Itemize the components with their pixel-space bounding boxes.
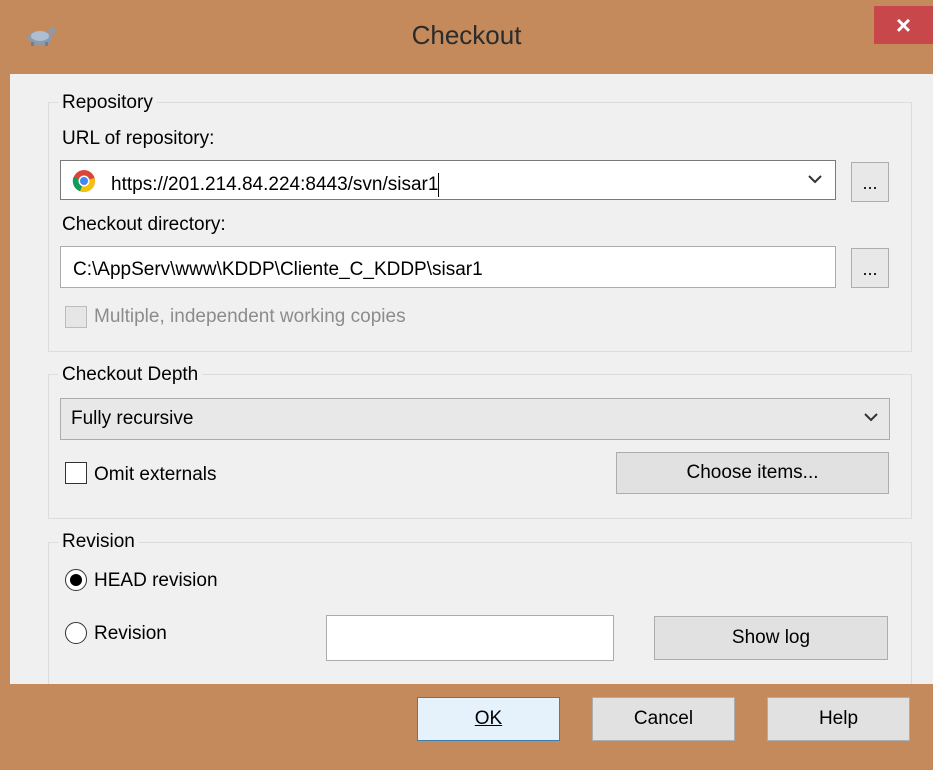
revision-radio[interactable] bbox=[65, 622, 87, 644]
ok-label: OK bbox=[474, 708, 503, 729]
ok-button[interactable]: OK bbox=[417, 697, 560, 741]
checkout-depth-dropdown[interactable]: Fully recursive bbox=[60, 398, 890, 440]
omit-externals-checkbox[interactable] bbox=[65, 462, 87, 484]
browse-directory-button[interactable]: ... bbox=[851, 248, 889, 288]
revision-input[interactable] bbox=[326, 615, 614, 661]
cancel-button[interactable]: Cancel bbox=[592, 697, 735, 741]
url-value: https://201.214.84.224:8443/svn/sisar1 bbox=[111, 174, 439, 196]
multiple-copies-checkbox[interactable] bbox=[65, 306, 87, 328]
revision-group-label: Revision bbox=[58, 531, 139, 553]
checkout-directory-input[interactable]: C:\AppServ\www\KDDP\Cliente_C_KDDP\sisar… bbox=[60, 246, 836, 288]
chrome-icon bbox=[72, 170, 95, 193]
window-title: Checkout bbox=[411, 20, 522, 50]
choose-items-button[interactable]: Choose items... bbox=[616, 452, 889, 494]
text-caret bbox=[438, 173, 440, 197]
checkout-directory-label: Checkout directory: bbox=[62, 214, 226, 235]
chevron-down-icon bbox=[864, 413, 878, 422]
checkout-depth-group bbox=[48, 374, 912, 519]
multiple-copies-label: Multiple, independent working copies bbox=[94, 306, 406, 327]
revision-label: Revision bbox=[94, 623, 167, 644]
dialog-body: Repository URL of repository: https://20… bbox=[10, 74, 933, 684]
close-button[interactable]: × bbox=[874, 6, 933, 44]
show-log-button[interactable]: Show log bbox=[654, 616, 888, 660]
checkout-depth-value: Fully recursive bbox=[71, 408, 194, 429]
chevron-down-icon[interactable] bbox=[807, 171, 823, 187]
help-button[interactable]: Help bbox=[767, 697, 910, 741]
revision-group bbox=[48, 542, 912, 684]
url-label: URL of repository: bbox=[62, 128, 215, 149]
repository-group-label: Repository bbox=[58, 92, 157, 114]
head-revision-label: HEAD revision bbox=[94, 570, 218, 591]
browse-url-button[interactable]: ... bbox=[851, 162, 889, 202]
title-bar[interactable]: Checkout × bbox=[0, 0, 933, 72]
checkout-directory-value: C:\AppServ\www\KDDP\Cliente_C_KDDP\sisar… bbox=[73, 259, 483, 280]
head-revision-radio[interactable] bbox=[65, 569, 87, 591]
omit-externals-label: Omit externals bbox=[94, 464, 217, 485]
url-combobox[interactable]: https://201.214.84.224:8443/svn/sisar1 bbox=[60, 160, 836, 200]
checkout-depth-group-label: Checkout Depth bbox=[58, 364, 203, 386]
